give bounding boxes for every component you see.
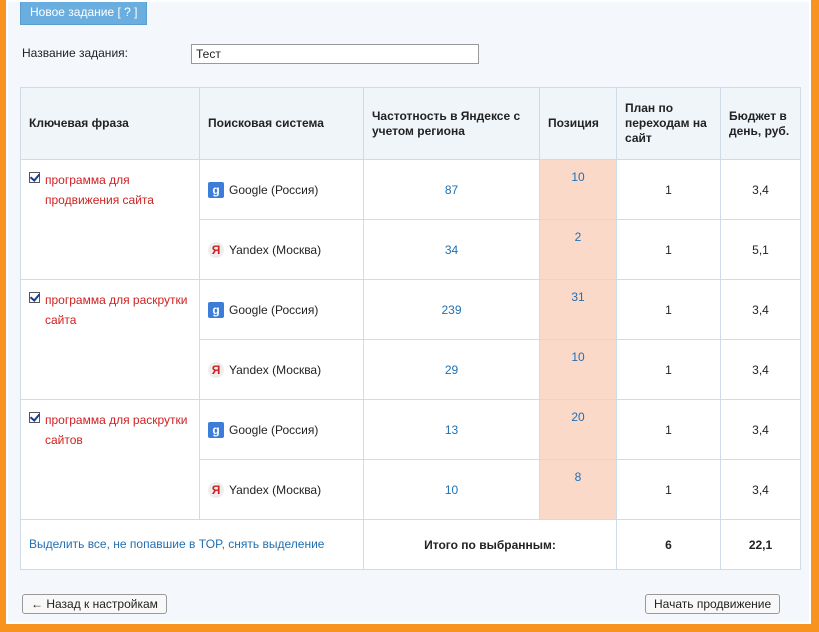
engine-name: Yandex (Москва) — [229, 362, 322, 377]
header-keyword: Ключевая фраза — [20, 87, 200, 160]
table-row: программа для продвижения сайта g Google … — [20, 159, 801, 280]
engine-name: Google (Россия) — [229, 302, 319, 317]
yandex-icon: Я — [208, 361, 224, 378]
table-header-row: Ключевая фраза Поисковая система Частотн… — [20, 87, 801, 160]
budget-value: 3,4 — [720, 279, 801, 340]
keyword-cell: программа для раскрутки сайтов — [20, 399, 200, 520]
header-budget: Бюджет в день, руб. — [720, 87, 801, 160]
task-name-label: Название задания: — [22, 46, 128, 60]
keyword-text[interactable]: программа для раскрутки сайтов — [45, 410, 193, 450]
deselect-link[interactable]: снять выделение — [228, 537, 324, 551]
keyword-cell: программа для раскрутки сайта — [20, 279, 200, 400]
engine-name: Google (Россия) — [229, 422, 319, 437]
position-value[interactable]: 8 — [539, 459, 617, 520]
start-promotion-button[interactable]: Начать продвижение — [645, 594, 781, 614]
frequency-value[interactable]: 239 — [363, 279, 540, 340]
main-panel: Новое задание [ ? ] Название задания: Те… — [6, 0, 811, 624]
position-value[interactable]: 31 — [539, 279, 617, 340]
keyword-text[interactable]: программа для раскрутки сайта — [45, 290, 193, 330]
keyword-checkbox[interactable] — [29, 172, 40, 183]
budget-value: 3,4 — [720, 459, 801, 520]
keyword-checkbox[interactable] — [29, 412, 40, 423]
yandex-icon: Я — [208, 481, 224, 498]
budget-value: 3,4 — [720, 339, 801, 400]
engine-name: Google (Россия) — [229, 182, 319, 197]
frequency-value[interactable]: 13 — [363, 399, 540, 460]
keyword-text[interactable]: программа для продвижения сайта — [45, 170, 193, 210]
keywords-table: Ключевая фраза Поисковая система Частотн… — [20, 87, 801, 570]
budget-value: 5,1 — [720, 219, 801, 280]
not-in-top-link[interactable]: не попавшие в TOP, — [113, 537, 225, 551]
plan-value: 1 — [616, 159, 721, 220]
header-frequency: Частотность в Яндексе с учетом региона — [363, 87, 540, 160]
engine-name: Yandex (Москва) — [229, 242, 322, 257]
total-label: Итого по выбранным: — [363, 519, 617, 570]
back-to-settings-button[interactable]: ← Назад к настройкам — [22, 594, 167, 614]
position-value[interactable]: 10 — [539, 159, 617, 220]
keyword-cell: программа для продвижения сайта — [20, 159, 200, 280]
plan-value: 1 — [616, 219, 721, 280]
position-value[interactable]: 10 — [539, 339, 617, 400]
frequency-value[interactable]: 34 — [363, 219, 540, 280]
position-value[interactable]: 2 — [539, 219, 617, 280]
total-plan: 6 — [616, 519, 721, 570]
frequency-value[interactable]: 29 — [363, 339, 540, 400]
engine-name: Yandex (Москва) — [229, 482, 322, 497]
frequency-value[interactable]: 10 — [363, 459, 540, 520]
total-budget: 22,1 — [720, 519, 801, 570]
budget-value: 3,4 — [720, 159, 801, 220]
task-name-input[interactable]: Тест — [191, 44, 479, 64]
table-row: программа для раскрутки сайтов g Google (… — [20, 399, 801, 520]
header-engine: Поисковая система — [199, 87, 364, 160]
plan-value: 1 — [616, 399, 721, 460]
header-position: Позиция — [539, 87, 617, 160]
table-footer-row: Выделить все, не попавшие в TOP, снять в… — [20, 519, 801, 570]
plan-value: 1 — [616, 279, 721, 340]
plan-value: 1 — [616, 459, 721, 520]
header-plan: План по переходам на сайт — [616, 87, 721, 160]
plan-value: 1 — [616, 339, 721, 400]
table-row: программа для раскрутки сайта g Google (Р… — [20, 279, 801, 400]
select-all-link[interactable]: Выделить все, — [29, 537, 110, 551]
google-icon: g — [208, 181, 224, 198]
yandex-icon: Я — [208, 241, 224, 258]
keyword-checkbox[interactable] — [29, 292, 40, 303]
frequency-value[interactable]: 87 — [363, 159, 540, 220]
google-icon: g — [208, 421, 224, 438]
new-task-tab[interactable]: Новое задание [ ? ] — [20, 2, 148, 25]
position-value[interactable]: 20 — [539, 399, 617, 460]
google-icon: g — [208, 301, 224, 318]
budget-value: 3,4 — [720, 399, 801, 460]
